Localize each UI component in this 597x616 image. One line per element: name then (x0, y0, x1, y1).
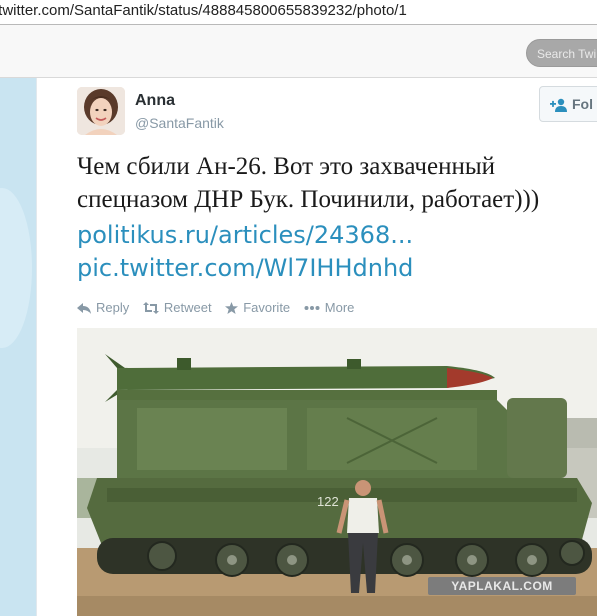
search-placeholder: Search Twi (537, 47, 597, 61)
retweet-icon (142, 302, 159, 314)
tweet-actions: Reply Retweet Favorite More (77, 300, 364, 315)
top-navigation-bar: Search Twi (0, 25, 597, 78)
favorite-action[interactable]: Favorite (225, 300, 290, 315)
avatar-image (77, 87, 125, 135)
address-bar[interactable]: /twitter.com/SantaFantik/status/48884580… (0, 0, 597, 25)
missile-launcher-photo: 122 (77, 328, 597, 616)
tweet-photo[interactable]: 122 (77, 328, 597, 616)
follow-label: Fol (572, 96, 593, 112)
user-fullname[interactable]: Anna (135, 92, 175, 110)
background-decoration (0, 188, 32, 348)
avatar[interactable] (77, 87, 125, 135)
page-background (0, 78, 36, 616)
tweet-text-line: спецназом ДНР Бук. Починили, работает))) (77, 186, 540, 213)
reply-action[interactable]: Reply (77, 300, 129, 315)
favorite-label: Favorite (243, 300, 291, 315)
star-icon (225, 302, 239, 314)
follow-button[interactable]: Fol (539, 86, 597, 122)
reply-label: Reply (96, 300, 130, 315)
add-user-icon (550, 99, 567, 113)
tweet-card: Anna @SantaFantik Fol Чем сбили Ан-26. В… (36, 78, 597, 616)
more-dots-icon (304, 306, 320, 310)
photo-link[interactable]: pic.twitter.com/Wl7IHHdnhd (77, 254, 413, 282)
user-handle[interactable]: @SantaFantik (135, 115, 224, 131)
tweet-text-line: Чем сбили Ан-26. Вот это захваченный (77, 153, 496, 180)
url-text: /twitter.com/SantaFantik/status/48884580… (0, 2, 407, 19)
more-action[interactable]: More (304, 300, 355, 315)
vehicle-number: 122 (317, 494, 339, 509)
retweet-action[interactable]: Retweet (142, 300, 212, 315)
more-label: More (324, 300, 355, 315)
tweet-text: Чем сбили Ан-26. Вот это захваченный спе… (77, 150, 597, 216)
reply-icon (77, 303, 91, 314)
watermark: YAPLAKAL.COM (428, 577, 576, 595)
retweet-label: Retweet (163, 300, 212, 315)
search-input[interactable]: Search Twi (526, 39, 597, 67)
article-link[interactable]: politikus.ru/articles/24368... (77, 221, 413, 249)
